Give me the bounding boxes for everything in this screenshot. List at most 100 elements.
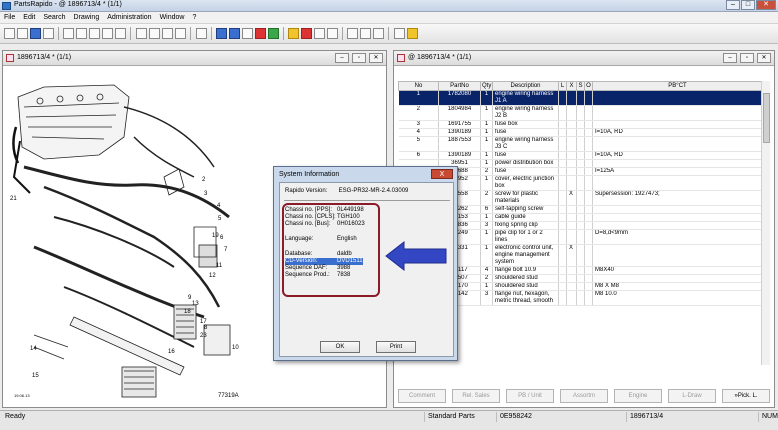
zoom-window-icon[interactable] (115, 28, 126, 39)
print-icon[interactable] (43, 28, 54, 39)
menu-drawing[interactable]: Drawing (70, 12, 104, 23)
parts-scrollbar[interactable] (761, 81, 770, 365)
col-no[interactable]: No (398, 81, 439, 91)
open-icon[interactable] (17, 28, 28, 39)
callout-19: 19 (212, 233, 219, 239)
col-o[interactable]: O (584, 81, 593, 91)
status-mode: Standard Parts (424, 412, 496, 422)
maximize-button[interactable]: □ (741, 0, 755, 10)
cell-description: fixing spring clip (492, 221, 559, 230)
print-button[interactable]: Print (376, 341, 416, 353)
assortment-button[interactable]: Assortm (560, 389, 608, 403)
status-num: NUM (758, 412, 778, 422)
comment-button[interactable]: Comment (398, 389, 446, 403)
star-icon[interactable] (288, 28, 299, 39)
table-row[interactable]: 5 1887553 1 engine wiring harness J3 C (398, 136, 762, 152)
parts-close-button[interactable]: ✕ (757, 53, 771, 63)
cell-qty: 6 (480, 205, 493, 214)
expand-icon[interactable] (373, 28, 384, 39)
first-icon[interactable] (136, 28, 147, 39)
zoom-in-icon[interactable] (76, 28, 87, 39)
parts-restore-button[interactable]: ▫ (740, 53, 754, 63)
parts-table-header: No PartNo Qty Description L X S O PB°CT (398, 81, 762, 91)
globe-icon[interactable] (360, 28, 371, 39)
cell-pbct: M8X40 (592, 266, 762, 275)
table-row[interactable]: 6 1390189 1 fuse I=10A, RD (398, 151, 762, 160)
cell-qty: 1 (480, 229, 493, 245)
mark-icon[interactable] (301, 28, 312, 39)
parts-minimize-button[interactable]: – (723, 53, 737, 63)
cell-qty: 1 (480, 159, 493, 168)
drawing-restore-button[interactable]: ▫ (352, 53, 366, 63)
cell-l (558, 90, 567, 106)
save-icon[interactable] (30, 28, 41, 39)
callout-16: 16 (168, 349, 175, 355)
parts-scroll-thumb[interactable] (763, 93, 770, 143)
menu-help[interactable]: ? (188, 12, 200, 23)
last-icon[interactable] (175, 28, 186, 39)
filter-icon[interactable] (216, 28, 227, 39)
cell-description: self-tapping screw (492, 205, 559, 214)
menu-file[interactable]: File (0, 12, 19, 23)
drawing-close-button[interactable]: ✕ (369, 53, 383, 63)
drawing-minimize-button[interactable]: – (335, 53, 349, 63)
circle-icon[interactable] (242, 28, 253, 39)
pan-icon[interactable] (63, 28, 74, 39)
binoculars-icon[interactable] (196, 28, 207, 39)
ok-button[interactable]: OK (320, 341, 360, 353)
grid-icon[interactable] (229, 28, 240, 39)
info-label: Language: (285, 236, 314, 242)
prev-icon[interactable] (149, 28, 160, 39)
help-icon[interactable] (407, 28, 418, 39)
pencil-icon[interactable] (314, 28, 325, 39)
print-list-icon[interactable] (268, 28, 279, 39)
table-row[interactable]: 1 1782080 1 engine wiring harness J1 A (398, 90, 762, 106)
cell-description: flange nut, hexagon, metric thread, smoo… (492, 290, 559, 306)
list-icon[interactable] (394, 28, 405, 39)
flag-icon[interactable] (255, 28, 266, 39)
cell-qty: 1 (480, 90, 493, 106)
close-window-button[interactable]: ✕ (756, 0, 776, 10)
rel-sales-button[interactable]: Rel. Sales (452, 389, 500, 403)
cell-qty: 1 (480, 151, 493, 160)
zoom-fit-icon[interactable] (102, 28, 113, 39)
target-icon[interactable] (347, 28, 358, 39)
table-row[interactable]: 4 1390189 1 fuse I=10A, RD (398, 128, 762, 137)
info-label: Database: (285, 251, 313, 257)
menu-window[interactable]: Window (156, 12, 189, 23)
new-icon[interactable] (4, 28, 15, 39)
info-label: Sequence DAF: (285, 265, 328, 271)
table-row[interactable]: 3 1691755 1 fuse box (398, 120, 762, 129)
menu-administration[interactable]: Administration (103, 12, 155, 23)
pick-list-button[interactable]: »Pick. L. (722, 389, 770, 403)
col-s[interactable]: S (576, 81, 585, 91)
callout-13: 13 (192, 301, 199, 307)
dialog-close-button[interactable]: X (431, 169, 453, 179)
cell-pbct (592, 274, 762, 283)
col-description[interactable]: Description (492, 81, 559, 91)
cell-description: fuse (492, 128, 559, 137)
col-l[interactable]: L (558, 81, 567, 91)
col-x[interactable]: X (566, 81, 577, 91)
cell-description: engine wiring harness J3 C (492, 136, 559, 152)
minimize-button[interactable]: – (726, 0, 740, 10)
cell-qty: 1 (480, 120, 493, 129)
zoom-out-icon[interactable] (89, 28, 100, 39)
pb-unit-button[interactable]: PB / Unit (506, 389, 554, 403)
cell-l (558, 290, 567, 306)
col-pbct[interactable]: PB°CT (592, 81, 762, 91)
cell-s (576, 244, 585, 267)
engine-button[interactable]: Engine (614, 389, 662, 403)
col-qty[interactable]: Qty (480, 81, 493, 91)
cell-x (566, 205, 577, 214)
menu-edit[interactable]: Edit (19, 12, 39, 23)
menu-search[interactable]: Search (39, 12, 69, 23)
l-draw-button[interactable]: L-Draw (668, 389, 716, 403)
refresh-icon[interactable] (327, 28, 338, 39)
info-row: Sequence DAF: 3988 (285, 265, 350, 272)
cell-s (576, 274, 585, 283)
col-partno[interactable]: PartNo (438, 81, 481, 91)
cell-qty: 1 (480, 136, 493, 152)
next-icon[interactable] (162, 28, 173, 39)
table-row[interactable]: 2 1804984 1 engine wiring harness J2 B (398, 105, 762, 121)
